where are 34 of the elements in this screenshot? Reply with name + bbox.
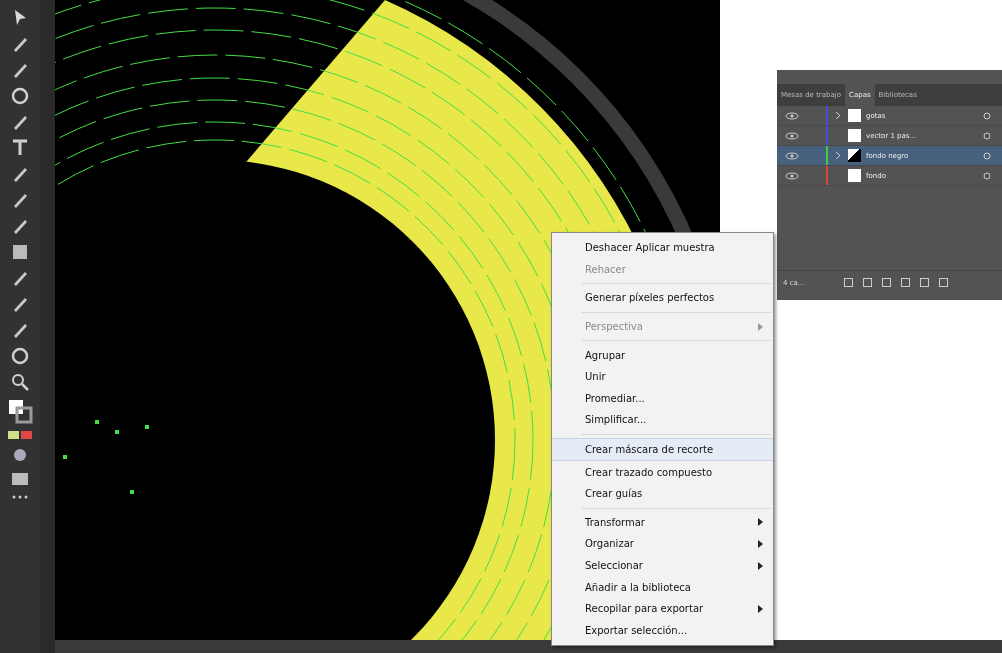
gradient-icon[interactable] xyxy=(10,242,30,262)
visibility-eye-icon[interactable] xyxy=(785,131,799,140)
menu-item[interactable]: Transformar xyxy=(552,511,773,534)
type-icon[interactable] xyxy=(10,138,30,158)
menu-item[interactable]: Crear trazado compuesto xyxy=(552,461,773,483)
menu-item[interactable]: Generar píxeles perfectos xyxy=(552,287,773,309)
target-circle-icon[interactable] xyxy=(983,111,991,120)
menu-item[interactable]: Deshacer Aplicar muestra xyxy=(552,237,773,259)
visibility-eye-icon[interactable] xyxy=(785,171,799,180)
expand-chevron-icon[interactable] xyxy=(835,111,841,120)
menu-item[interactable]: Añadir a la biblioteca xyxy=(552,576,773,598)
color-mode-icon[interactable] xyxy=(8,430,32,440)
more-icon[interactable] xyxy=(11,494,29,500)
draw-mode-icon[interactable] xyxy=(11,446,29,464)
target-circle-icon[interactable] xyxy=(983,131,991,140)
menu-item[interactable]: Crear máscara de recorte xyxy=(552,437,773,462)
menu-item[interactable]: Crear guías xyxy=(552,482,773,505)
ellipse-icon[interactable] xyxy=(10,86,30,106)
zoom-icon[interactable] xyxy=(10,372,30,392)
screen-mode-icon[interactable] xyxy=(10,470,30,488)
target-circle-icon[interactable] xyxy=(983,151,991,160)
visibility-eye-icon[interactable] xyxy=(785,111,799,120)
menu-item[interactable]: Unir xyxy=(552,365,773,388)
menu-item[interactable]: Agrupar xyxy=(552,344,773,366)
menu-item[interactable]: Organizar xyxy=(552,533,773,555)
menu-item[interactable]: Simplificar... xyxy=(552,409,773,431)
menu-item[interactable]: Promediar... xyxy=(552,387,773,410)
fill-stroke-icon[interactable] xyxy=(7,398,33,424)
expand-chevron-icon[interactable] xyxy=(835,151,841,160)
visibility-eye-icon[interactable] xyxy=(785,151,799,160)
menu-item[interactable]: Recopilar para exportar xyxy=(552,597,773,620)
menu-item[interactable]: Exportar selección... xyxy=(552,619,773,642)
menu-item[interactable]: Seleccionar xyxy=(552,554,773,577)
target-circle-icon[interactable] xyxy=(983,171,991,180)
